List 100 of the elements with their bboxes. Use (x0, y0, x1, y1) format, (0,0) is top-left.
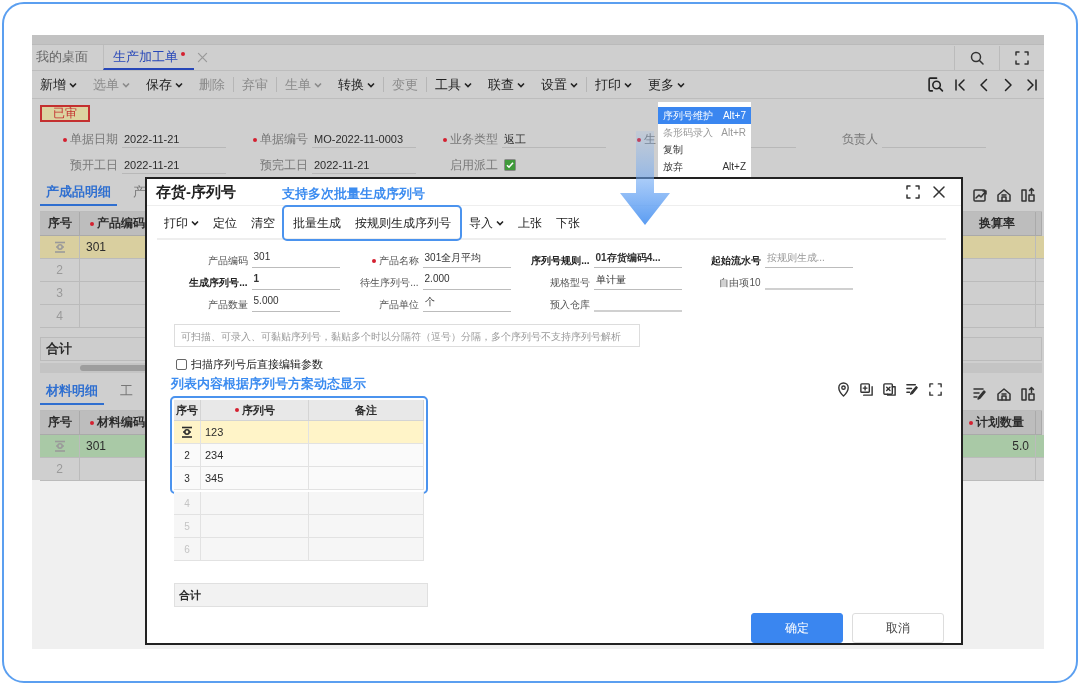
fullscreen-icon[interactable] (928, 382, 943, 397)
document-tab[interactable]: 生产加工单 (103, 45, 194, 70)
annotation: 列表内容根据序列号方案动态显示 (171, 375, 366, 393)
text-field[interactable]: MO-2022-11-0003 (312, 133, 416, 148)
checkbox[interactable] (504, 159, 516, 171)
house-icon[interactable] (996, 386, 1012, 402)
field-label: 单据日期 (70, 131, 118, 148)
annotation: 支持多次批量生成序列号 (282, 185, 425, 203)
checkbox-label: 扫描序列号后直接编辑参数 (191, 357, 323, 372)
toolbar-button[interactable]: 设置 (533, 75, 586, 94)
field-label: 规格型号 (549, 276, 590, 290)
column-label: 产品编码 (97, 215, 145, 232)
column-label: 序列号 (241, 402, 275, 418)
chart-icon[interactable] (972, 187, 988, 203)
status-badge: 已审 (40, 105, 90, 122)
toolbar-button[interactable]: 转换 (330, 75, 383, 94)
toolbar-button[interactable]: 清空 (244, 214, 282, 232)
copy-add-icon[interactable] (859, 382, 874, 397)
column-label: 换算率 (978, 215, 1015, 232)
column-label: 计划数量 (976, 414, 1024, 431)
confirm-button[interactable]: 确定 (751, 613, 843, 643)
copy-remove-icon[interactable] (882, 382, 897, 397)
table-cell: 123 (201, 421, 309, 444)
columns-icon[interactable] (1020, 187, 1036, 203)
toolbar-button[interactable]: 下张 (549, 214, 587, 232)
menu-label: 条形码录入 (663, 125, 713, 140)
document-tab[interactable]: 我的桌面 (32, 45, 97, 70)
last-page-icon[interactable] (1024, 76, 1040, 93)
magnifier-frame-icon[interactable] (927, 76, 944, 93)
field-label: 产品单位 (378, 298, 419, 312)
column-header[interactable]: 序号 (40, 212, 80, 236)
column-label: 备注 (355, 402, 377, 418)
text-field[interactable]: 301 (251, 251, 340, 268)
toolbar-button[interactable]: 联查 (480, 75, 533, 94)
text-field[interactable]: 2022-11-21 (122, 133, 226, 148)
text-field[interactable]: 返工 (502, 133, 606, 148)
toolbar-button[interactable]: 更多 (640, 75, 693, 94)
toolbar-button[interactable]: 打印 (587, 75, 640, 94)
house-icon[interactable] (996, 187, 1012, 203)
field-label: 生 (644, 131, 656, 148)
text-field[interactable]: 1 (251, 273, 340, 290)
shortcut-label: Alt+7 (722, 110, 746, 121)
field-label: 启用派工 (450, 157, 498, 174)
field-label: 生成序列号... (189, 276, 248, 290)
row-marker-icon[interactable] (52, 440, 67, 452)
text-field[interactable] (593, 308, 682, 312)
table-cell[interactable] (40, 236, 80, 259)
toolbar-button[interactable]: 工具 (427, 75, 480, 94)
toolbar-button[interactable]: 导入 (462, 214, 511, 232)
text-field[interactable]: 单计量 (593, 273, 682, 290)
list-pen-icon[interactable] (905, 382, 920, 397)
checkbox[interactable] (176, 359, 187, 370)
text-field[interactable]: 01存货编码4... (593, 251, 682, 268)
text-field[interactable]: 个 (422, 295, 511, 312)
menu-item[interactable]: 序列号维护 Alt+7 (658, 107, 751, 124)
menu-label: 序列号维护 (663, 108, 713, 123)
table-cell[interactable]: 2 (174, 444, 201, 467)
menu-label: 放弃 (663, 159, 683, 174)
first-page-icon[interactable] (952, 76, 968, 93)
column-header[interactable]: 备注 (309, 400, 424, 421)
search-icon[interactable] (969, 49, 985, 66)
text-field[interactable]: 2.000 (422, 273, 511, 290)
table-cell[interactable]: 3 (174, 467, 201, 490)
toolbar-button[interactable]: 保存 (138, 75, 191, 94)
fullscreen-icon[interactable] (1014, 49, 1030, 66)
text-field[interactable]: 5.000 (251, 295, 340, 312)
field-label: 待生序列号... (360, 276, 419, 290)
columns-icon[interactable] (1020, 386, 1036, 402)
fullscreen-icon[interactable] (905, 184, 921, 200)
location-icon[interactable] (836, 382, 851, 397)
column-header[interactable]: 序列号 (201, 400, 309, 421)
table-cell[interactable] (174, 421, 201, 444)
field-label: 预入仓库 (549, 298, 590, 312)
list-pen-icon[interactable] (972, 386, 988, 402)
row-marker-icon[interactable] (52, 241, 67, 253)
toolbar-button[interactable]: 打印 (157, 214, 206, 232)
text-field[interactable]: 301全月平均 (422, 251, 511, 268)
serial-input[interactable]: 可扫描、可录入、可黏贴序列号，黏贴多个时以分隔符（逗号）分隔，多个序列号不支持序列号解析 (174, 324, 640, 347)
column-header[interactable]: 序号 (40, 411, 80, 435)
dialog-title: 存货-序列号 (156, 182, 236, 202)
field-label: 自由项10 (719, 276, 761, 290)
column-label: 材料编码 (97, 414, 145, 431)
text-field[interactable]: 2022-11-21 (122, 159, 226, 174)
column-label: 序号 (47, 414, 72, 431)
field-label: 预开工日 (70, 157, 118, 174)
cancel-button[interactable]: 取消 (852, 613, 944, 643)
field-label: 预完工日 (260, 157, 308, 174)
close-icon[interactable] (931, 184, 947, 200)
text-field[interactable]: 2022-11-21 (312, 159, 416, 174)
toolbar-button[interactable]: 按规则生成序列号 (348, 214, 458, 232)
toolbar-button[interactable]: 新增 (32, 75, 85, 94)
toolbar-button[interactable]: 定位 (206, 214, 244, 232)
row-marker-icon[interactable] (180, 426, 194, 438)
text-field[interactable] (764, 286, 853, 290)
toolbar-button[interactable]: 批量生成 (286, 214, 348, 232)
table-cell[interactable] (40, 435, 80, 458)
shortcut-label: Alt+Z (722, 161, 746, 172)
field-label: 产品数量 (207, 298, 248, 312)
toolbar-button[interactable]: 上张 (511, 214, 549, 232)
column-label: 序号 (47, 215, 72, 232)
